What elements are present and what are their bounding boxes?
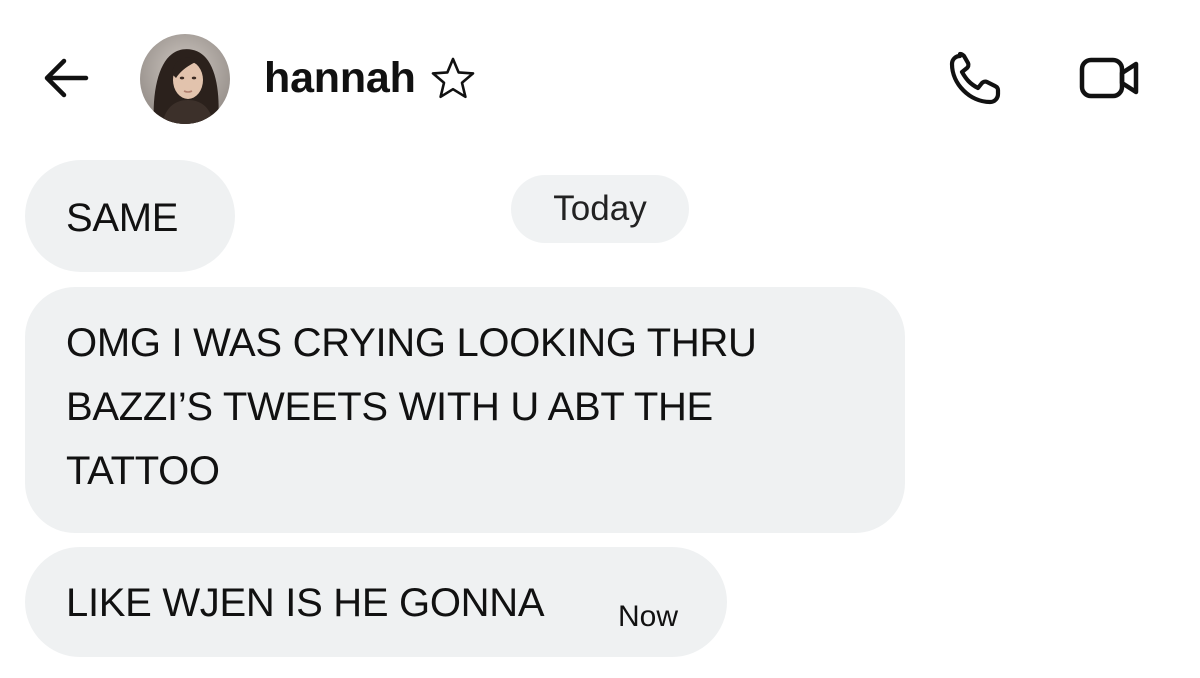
arrow-left-icon [44, 58, 89, 98]
back-button[interactable] [38, 52, 96, 104]
message-text: LIKE WJEN IS HE GONNA [66, 581, 545, 625]
phone-icon [949, 51, 1001, 105]
date-separator: Today [511, 175, 689, 243]
avatar[interactable] [140, 34, 230, 124]
video-camera-icon [1079, 57, 1139, 99]
star-outline-icon [431, 57, 475, 99]
chat-header: hannah [0, 0, 1200, 150]
message-timestamp: Now [618, 600, 679, 633]
message-bubble[interactable]: LIKE WJEN IS HE GONNA Now [25, 547, 727, 657]
message-bubble[interactable]: SAME [25, 160, 235, 272]
video-call-button[interactable] [1076, 52, 1144, 104]
contact-photo [140, 34, 230, 124]
contact-name[interactable]: hannah [264, 52, 416, 104]
message-bubble[interactable]: OMG I WAS CRYING LOOKING THRU BAZZI’S TW… [25, 287, 905, 533]
message-text: SAME [66, 196, 179, 240]
favorite-button[interactable] [430, 56, 476, 100]
message-text: OMG I WAS CRYING LOOKING THRU BAZZI’S TW… [66, 321, 757, 493]
call-button[interactable] [944, 50, 1006, 108]
